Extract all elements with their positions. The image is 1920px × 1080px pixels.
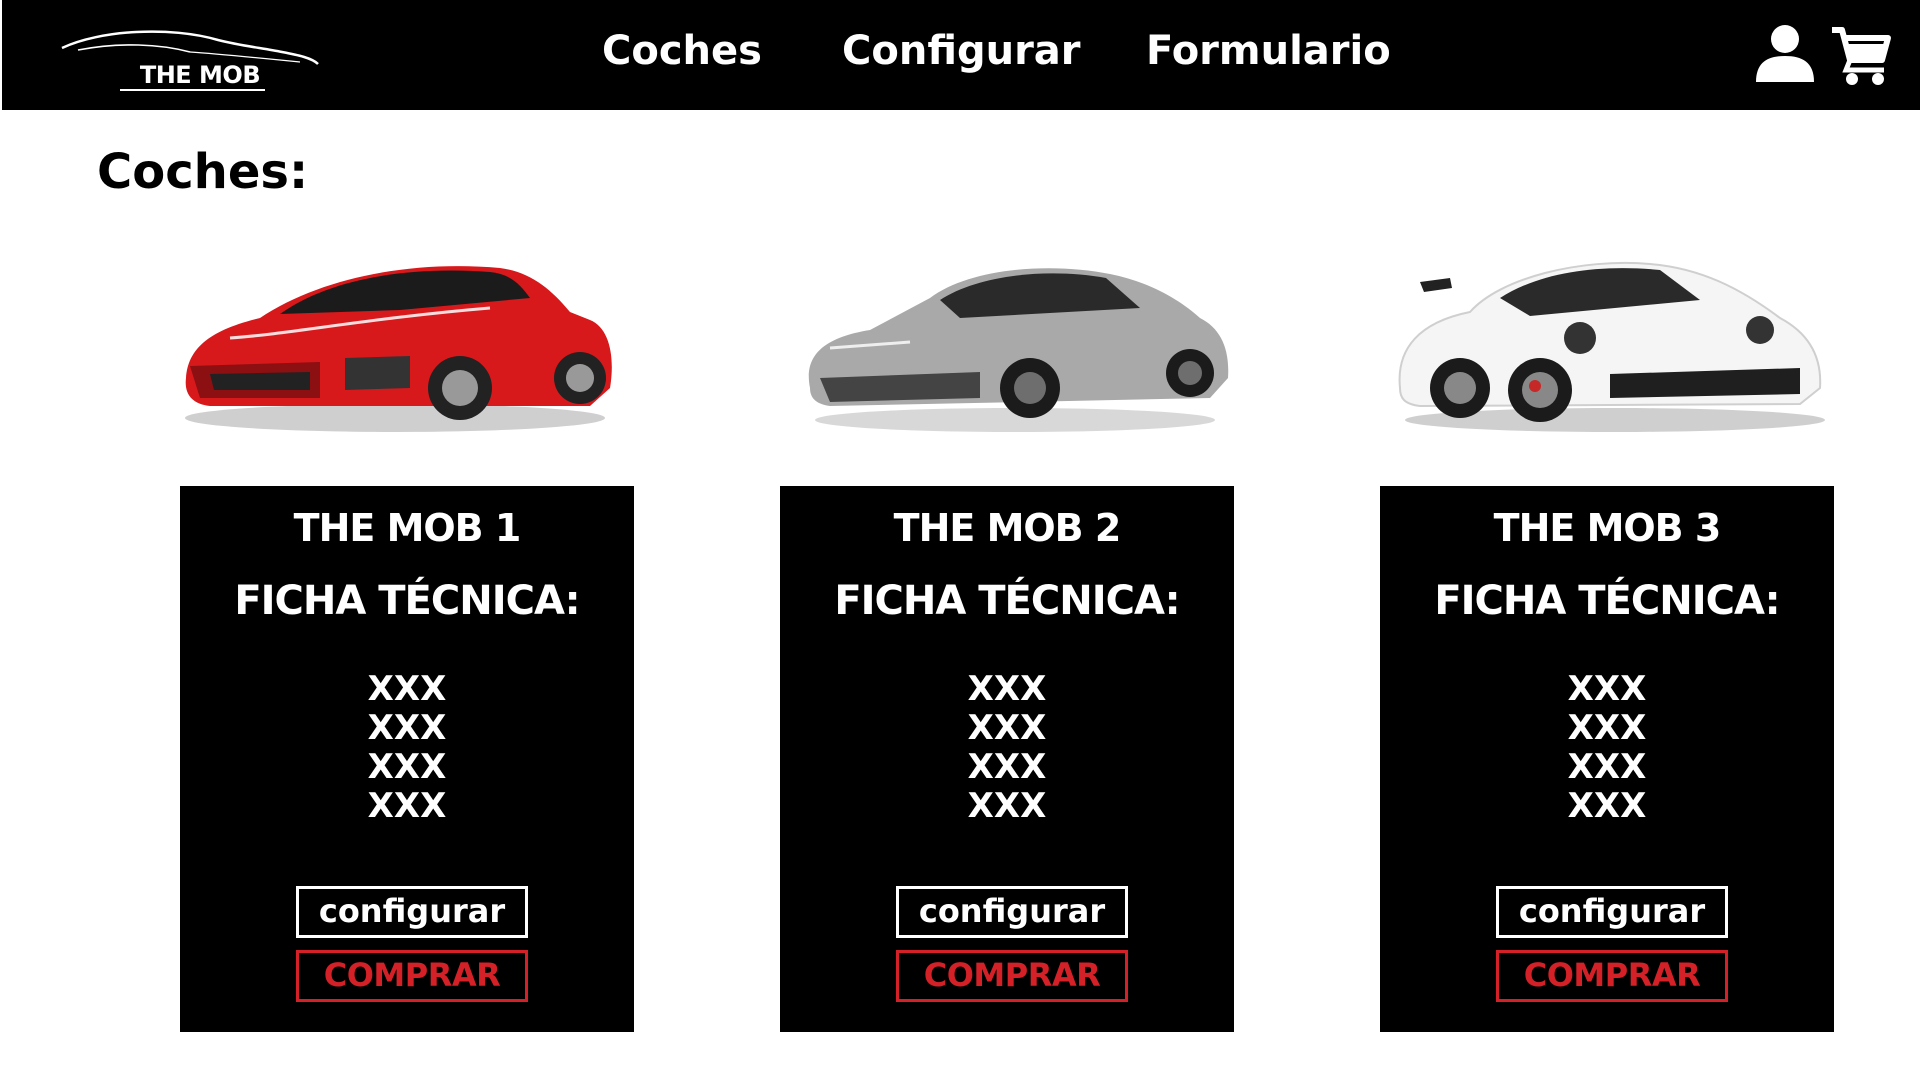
card-title: THE MOB 3 bbox=[1493, 506, 1722, 550]
spec-line: XXX bbox=[367, 669, 447, 709]
top-navbar: THE MOB Coches Configurar Formulario bbox=[2, 0, 1920, 110]
car-card-3: THE MOB 3 FICHA TÉCNICA: XXX XXX XXX XXX… bbox=[1380, 486, 1834, 1032]
red-sports-car-image[interactable] bbox=[170, 238, 620, 438]
spec-line: XXX bbox=[1567, 747, 1647, 787]
spec-line: XXX bbox=[367, 708, 447, 748]
card-spec-heading: FICHA TÉCNICA: bbox=[834, 578, 1180, 624]
comprar-button[interactable]: COMPRAR bbox=[896, 950, 1128, 1002]
configurar-button[interactable]: configurar bbox=[296, 886, 528, 938]
spec-line: XXX bbox=[967, 747, 1047, 787]
spec-line: XXX bbox=[967, 669, 1047, 709]
card-spec-heading: FICHA TÉCNICA: bbox=[1434, 578, 1780, 624]
logo-text: THE MOB bbox=[139, 61, 261, 89]
spec-list: XXX XXX XXX XXX bbox=[180, 670, 634, 826]
card-title: THE MOB 2 bbox=[893, 506, 1122, 550]
white-sports-car-image[interactable] bbox=[1380, 238, 1830, 438]
comprar-button[interactable]: COMPRAR bbox=[296, 950, 528, 1002]
cart-icon[interactable] bbox=[1830, 24, 1892, 86]
spec-list: XXX XXX XXX XXX bbox=[1380, 670, 1834, 826]
configurar-button[interactable]: configurar bbox=[1496, 886, 1728, 938]
logo[interactable]: THE MOB bbox=[60, 28, 320, 98]
spec-line: XXX bbox=[367, 747, 447, 787]
car-card-2: THE MOB 2 FICHA TÉCNICA: XXX XXX XXX XXX… bbox=[780, 486, 1234, 1032]
nav-configurar[interactable]: Configurar bbox=[842, 28, 1081, 74]
spec-line: XXX bbox=[967, 708, 1047, 748]
spec-line: XXX bbox=[1567, 786, 1647, 826]
card-spec-heading: FICHA TÉCNICA: bbox=[234, 578, 580, 624]
spec-line: XXX bbox=[967, 786, 1047, 826]
car-card-1: THE MOB 1 FICHA TÉCNICA: XXX XXX XXX XXX… bbox=[180, 486, 634, 1032]
nav-formulario[interactable]: Formulario bbox=[1146, 28, 1391, 74]
user-icon[interactable] bbox=[1754, 22, 1816, 84]
section-title: Coches: bbox=[97, 144, 309, 200]
spec-list: XXX XXX XXX XXX bbox=[780, 670, 1234, 826]
comprar-button[interactable]: COMPRAR bbox=[1496, 950, 1728, 1002]
spec-line: XXX bbox=[1567, 708, 1647, 748]
card-title: THE MOB 1 bbox=[293, 506, 522, 550]
spec-line: XXX bbox=[367, 786, 447, 826]
spec-line: XXX bbox=[1567, 669, 1647, 709]
grey-sedan-car-image[interactable] bbox=[790, 238, 1240, 438]
configurar-button[interactable]: configurar bbox=[896, 886, 1128, 938]
nav-coches[interactable]: Coches bbox=[602, 28, 762, 74]
